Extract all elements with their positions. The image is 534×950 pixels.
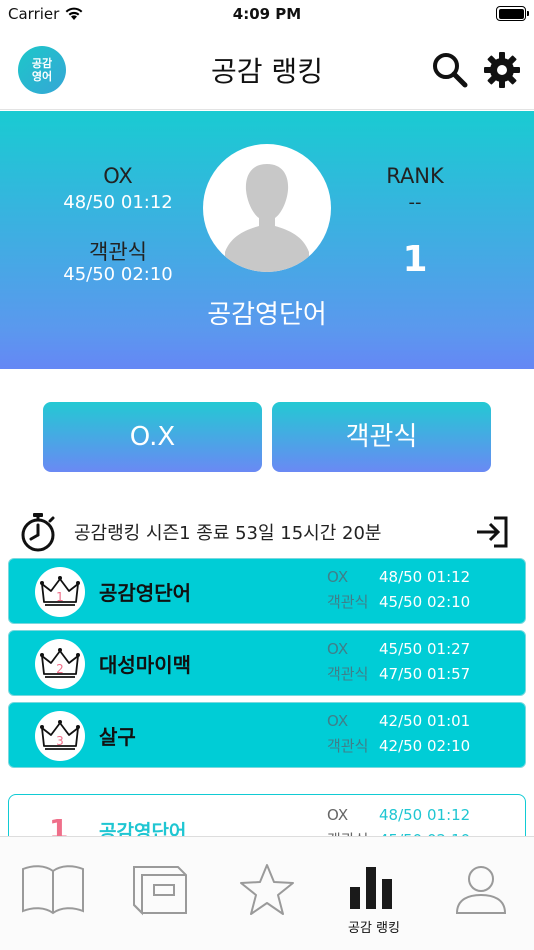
tab-favorites[interactable]	[214, 837, 320, 950]
ranking-name: 공감영단어	[99, 581, 191, 605]
ranking-row[interactable]: 1 공감영단어 OX 48/50 01:12 객관식 45/50 02:10	[8, 558, 526, 624]
rank-dash: --	[408, 192, 422, 213]
bar-chart-icon	[350, 867, 392, 909]
tab-profile[interactable]	[428, 837, 534, 950]
ranking-name: 대성마이맥	[99, 653, 191, 677]
choice-score: 45/50 02:10	[63, 264, 173, 285]
clock: 4:09 PM	[232, 5, 302, 23]
rank-number: 1	[402, 239, 428, 280]
ox-score: 48/50 01:12	[63, 192, 173, 213]
ox-label: OX	[103, 164, 133, 188]
battery-icon	[496, 6, 529, 21]
exit-icon[interactable]	[474, 514, 510, 550]
nav-bar: 공감 영어 공감 랭킹	[0, 30, 534, 110]
tab-book[interactable]	[0, 837, 106, 950]
tab-wordbook[interactable]	[107, 837, 213, 950]
stopwatch-icon	[20, 512, 56, 552]
crown-icon: 1	[35, 567, 85, 617]
star-icon	[240, 864, 294, 915]
avatar[interactable]	[203, 144, 331, 272]
svg-text:1: 1	[56, 590, 64, 604]
gear-icon[interactable]	[482, 50, 522, 90]
tab-ranking[interactable]: 공감 랭킹	[321, 837, 427, 950]
rank-label: RANK	[386, 164, 444, 188]
ranking-scores: OX 42/50 01:01 객관식 42/50 02:10	[327, 712, 471, 755]
status-bar: Carrier 4:09 PM	[0, 0, 534, 30]
ranking-name: 살구	[99, 725, 136, 749]
book-icon	[22, 865, 84, 915]
person-silhouette-icon	[205, 146, 329, 272]
person-icon	[455, 866, 507, 914]
ranking-scores: OX 45/50 01:27 객관식 47/50 01:57	[327, 640, 471, 683]
season-info: 공감랭킹 시즌1 종료 53일 15시간 20분	[0, 508, 534, 552]
ox-mode-button[interactable]: O.X	[43, 402, 262, 472]
profile-name: 공감영단어	[207, 300, 327, 330]
choice-mode-button[interactable]: 객관식	[272, 402, 491, 472]
ranking-row[interactable]: 3 살구 OX 42/50 01:01 객관식 42/50 02:10	[8, 702, 526, 768]
ranking-scores: OX 48/50 01:12 객관식 45/50 02:10	[327, 568, 471, 611]
choice-label: 객관식	[89, 240, 147, 264]
search-icon[interactable]	[430, 50, 470, 90]
season-countdown: 공감랭킹 시즌1 종료 53일 15시간 20분	[74, 523, 382, 544]
svg-text:2: 2	[56, 662, 64, 676]
tab-label: 공감 랭킹	[348, 921, 400, 936]
tab-bar: 공감 랭킹	[0, 836, 534, 950]
svg-text:3: 3	[56, 734, 64, 748]
ranking-row[interactable]: 2 대성마이맥 OX 45/50 01:27 객관식 47/50 01:57	[8, 630, 526, 696]
profile-header: OX 48/50 01:12 객관식 45/50 02:10 RANK -- 1…	[0, 111, 534, 369]
crown-icon: 2	[35, 639, 85, 689]
wordbook-icon	[133, 866, 187, 916]
crown-icon: 3	[35, 711, 85, 761]
